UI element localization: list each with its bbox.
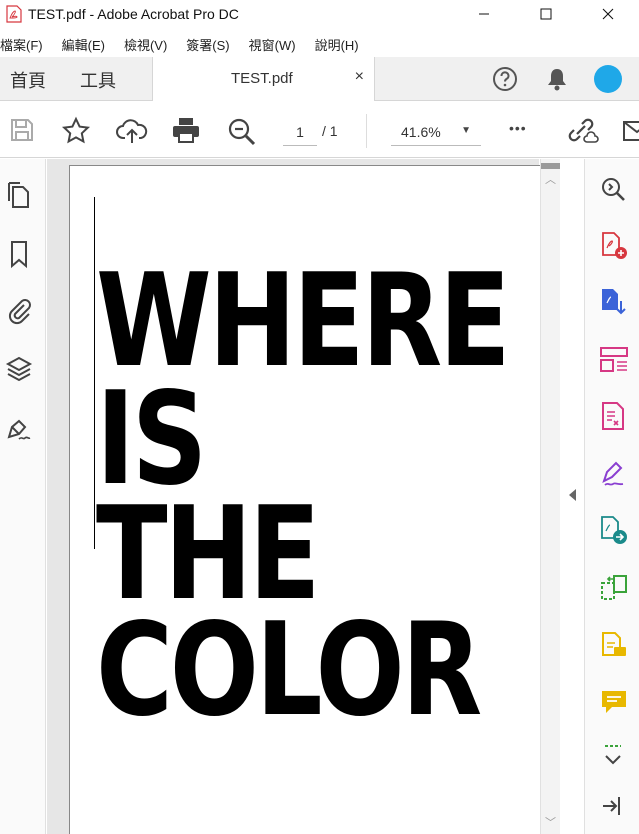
bookmark-icon[interactable] (5, 239, 33, 269)
page-number-input[interactable]: 1 (283, 118, 317, 146)
menu-view[interactable]: 檢視(V) (124, 35, 167, 54)
send-for-review-icon[interactable] (599, 515, 629, 547)
close-icon (602, 8, 614, 20)
scroll-down-icon[interactable]: ﹀ (545, 814, 556, 830)
compare-files-icon[interactable] (599, 573, 629, 603)
document-line-color: COLOR (96, 596, 482, 745)
right-pane-collapse-button[interactable] (569, 489, 576, 501)
menu-window[interactable]: 視窗(W) (249, 35, 296, 54)
comment-icon[interactable] (599, 687, 629, 717)
export-pdf-icon[interactable] (599, 287, 629, 319)
zoom-select[interactable]: 41.6% ▼ (391, 118, 481, 146)
edit-pdf-icon[interactable] (599, 401, 629, 433)
menu-edit[interactable]: 編輯(E) (62, 35, 105, 54)
title-bar: TEST.pdf - Adobe Acrobat Pro DC (0, 0, 639, 28)
toolbar: 1 / 1 41.6% ▼ ••• (0, 102, 639, 158)
zoom-value: 41.6% (401, 124, 441, 140)
fill-sign-icon[interactable] (599, 459, 629, 489)
scroll-up-icon[interactable]: ︿ (545, 171, 556, 187)
tab-home[interactable]: 首頁 (10, 67, 46, 93)
cloud-upload-icon[interactable] (116, 116, 148, 146)
vertical-scrollbar[interactable]: ︿ ﹀ (540, 159, 560, 834)
layers-icon[interactable] (5, 355, 33, 385)
more-tools-chevron-icon[interactable] (599, 743, 627, 769)
menu-sign[interactable]: 簽署(S) (186, 35, 229, 54)
maximize-button[interactable] (515, 0, 577, 28)
print-icon[interactable] (171, 116, 201, 144)
collapse-panel-icon[interactable] (599, 793, 625, 819)
chevron-down-icon: ▼ (461, 125, 471, 136)
page-total: / 1 (322, 123, 338, 139)
maximize-icon (540, 8, 552, 20)
avatar[interactable] (594, 65, 622, 93)
bell-icon[interactable] (545, 66, 569, 92)
menu-help[interactable]: 說明(H) (315, 35, 359, 54)
email-icon[interactable] (622, 116, 639, 144)
tab-close-button[interactable]: × (355, 68, 364, 86)
zoom-out-icon[interactable] (226, 116, 258, 148)
share-link-icon[interactable] (567, 116, 599, 146)
text-cursor (94, 197, 95, 549)
create-pdf-icon[interactable] (599, 231, 629, 261)
tab-bar: 首頁 工具 TEST.pdf × (0, 57, 639, 101)
right-tools-pane (584, 159, 639, 834)
document-view[interactable]: WHERE IS THE COLOR (47, 159, 541, 834)
more-options-button[interactable]: ••• (509, 120, 527, 136)
page-thumbnails-icon[interactable] (5, 181, 33, 211)
menu-bar: 檔案(F) 編輯(E) 檢視(V) 簽署(S) 視窗(W) 說明(H) (0, 32, 378, 56)
tab-document[interactable]: TEST.pdf × (152, 57, 375, 101)
window-title: TEST.pdf - Adobe Acrobat Pro DC (28, 6, 239, 22)
close-window-button[interactable] (577, 0, 639, 28)
minimize-icon (479, 13, 489, 15)
star-icon[interactable] (61, 116, 91, 146)
tab-document-label: TEST.pdf (231, 70, 293, 87)
tab-tools[interactable]: 工具 (80, 67, 116, 93)
search-zoom-icon[interactable] (599, 175, 627, 203)
attachment-icon[interactable] (5, 295, 33, 325)
acrobat-pdf-icon (6, 5, 22, 23)
organize-pages-icon[interactable] (599, 345, 629, 375)
left-navigation-pane (0, 159, 46, 834)
menu-file[interactable]: 檔案(F) (0, 35, 43, 54)
comment-file-icon[interactable] (599, 631, 629, 661)
toolbar-divider (366, 114, 367, 148)
help-icon[interactable] (492, 66, 518, 92)
save-icon[interactable] (8, 116, 36, 144)
pdf-page[interactable]: WHERE IS THE COLOR (69, 165, 541, 834)
signature-pen-icon[interactable] (5, 413, 35, 443)
minimize-button[interactable] (453, 0, 515, 28)
scrollbar-thumb[interactable] (541, 163, 560, 169)
